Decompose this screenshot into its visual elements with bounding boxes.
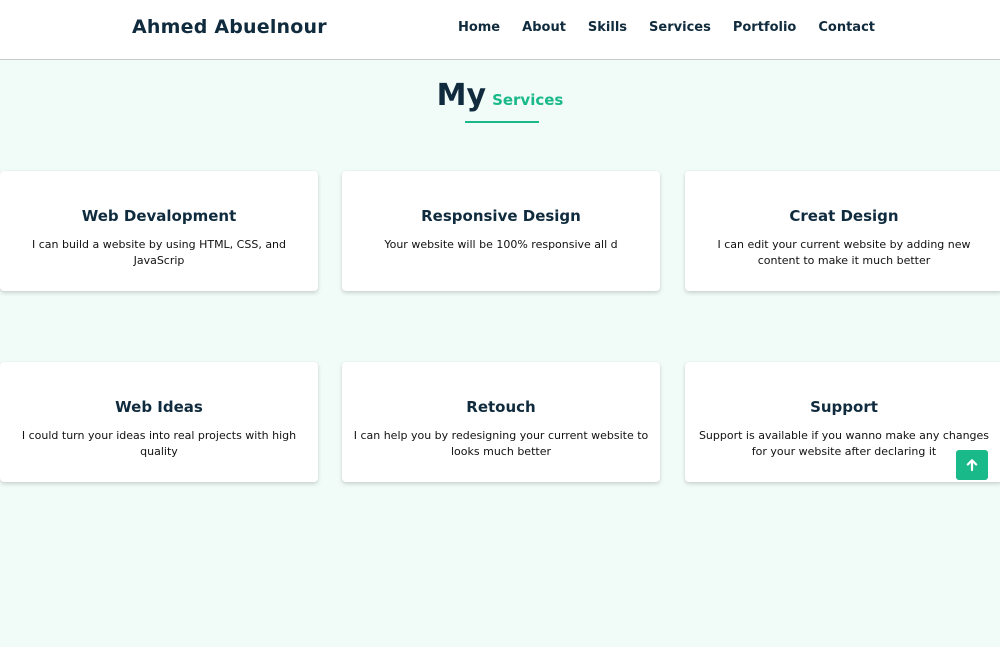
brand-name[interactable]: Ahmed Abuelnour: [132, 16, 327, 38]
service-card-title: Creat Design: [789, 207, 899, 225]
heading-main: My: [436, 78, 487, 113]
scroll-to-top-button[interactable]: [956, 450, 988, 480]
service-card-text: Your website will be 100% responsive all…: [384, 238, 618, 251]
arrow-up-icon: [966, 459, 978, 472]
nav-services-link[interactable]: Services: [649, 20, 711, 35]
service-card-retouch: Retouch I can help you by redesigning yo…: [342, 362, 660, 482]
service-card-web-development: Web Devalopment I can build a website by…: [0, 171, 318, 291]
service-card-text: I can build a website by using HTML, CSS…: [31, 238, 287, 267]
service-card-title: Retouch: [466, 398, 536, 416]
nav-home-link[interactable]: Home: [458, 20, 500, 35]
service-card-text: I could turn your ideas into real projec…: [21, 429, 297, 458]
nav-menu: Home About Skills Services Portfolio Con…: [458, 20, 875, 35]
section-heading: My Services: [0, 78, 1000, 113]
nav-skills-link[interactable]: Skills: [588, 20, 627, 35]
service-card-responsive-design: Responsive Design Your website will be 1…: [342, 171, 660, 291]
service-card-title: Web Devalopment: [81, 207, 237, 225]
heading-accent: Services: [492, 91, 564, 109]
nav-about-link[interactable]: About: [522, 20, 566, 35]
nav-contact-link[interactable]: Contact: [818, 20, 875, 35]
service-card-web-ideas: Web Ideas I could turn your ideas into r…: [0, 362, 318, 482]
service-card-support: Support Support is available if you wann…: [685, 362, 1000, 482]
service-card-title: Web Ideas: [115, 398, 203, 416]
nav-portfolio-link[interactable]: Portfolio: [733, 20, 797, 35]
service-card-creat-design: Creat Design I can edit your current web…: [685, 171, 1000, 291]
service-card-title: Support: [810, 398, 878, 416]
service-card-text: I can edit your current website by addin…: [717, 238, 971, 267]
navbar: Ahmed Abuelnour Home About Skills Servic…: [0, 0, 1000, 60]
service-card-text: I can help you by redesigning your curre…: [353, 429, 649, 458]
heading-underline: [465, 121, 539, 123]
service-card-title: Responsive Design: [421, 207, 581, 225]
service-card-text: Support is available if you wanno make a…: [698, 429, 990, 458]
